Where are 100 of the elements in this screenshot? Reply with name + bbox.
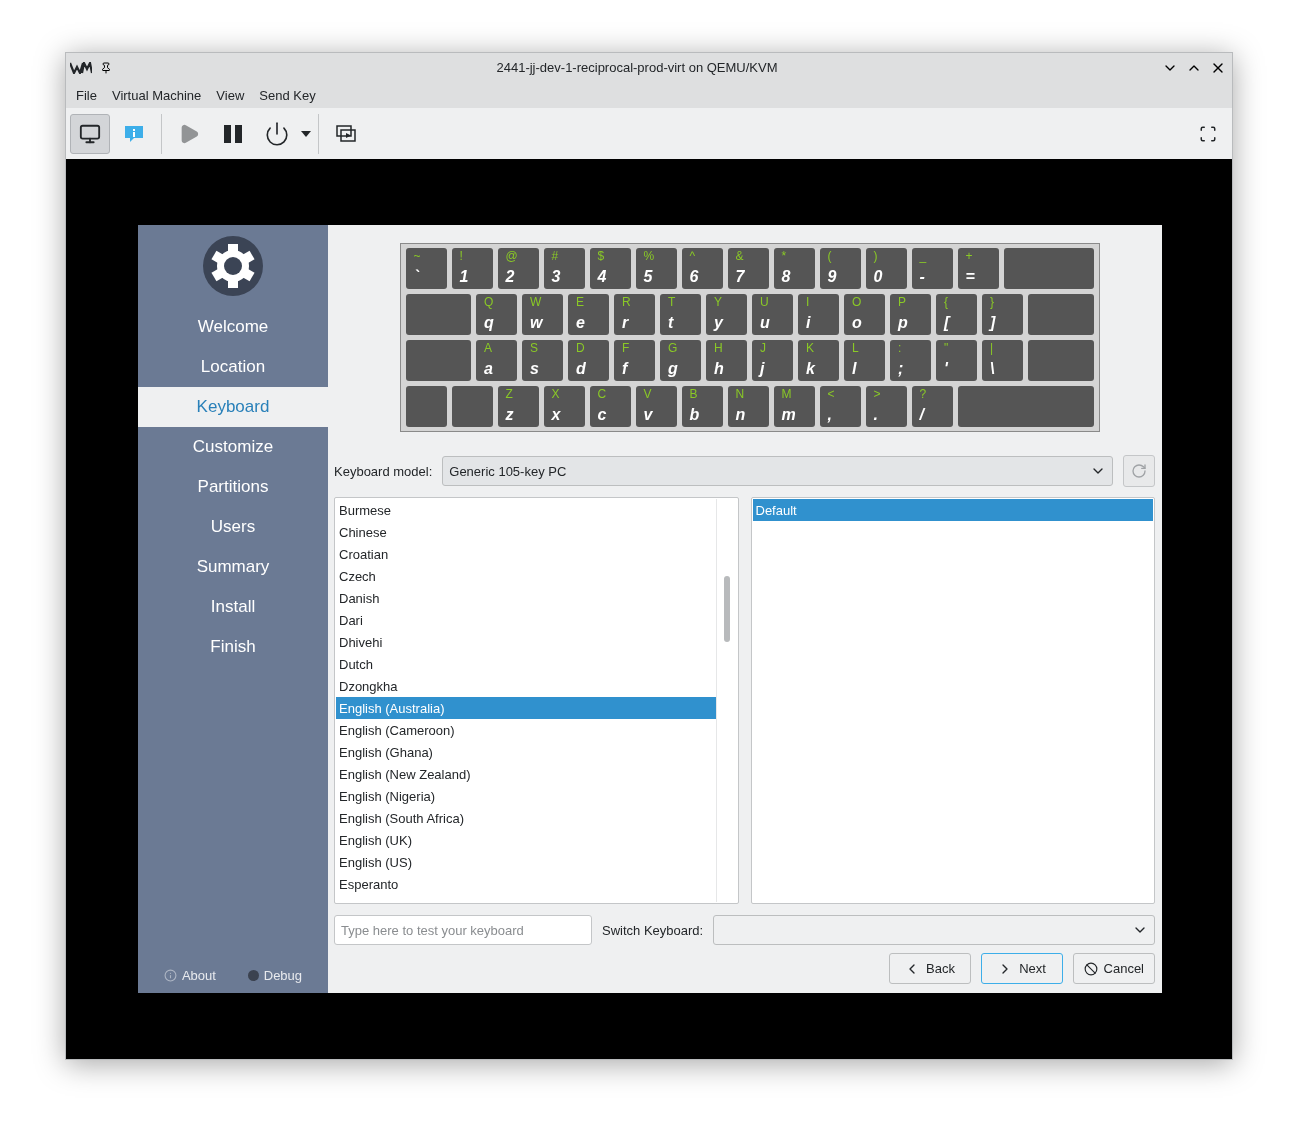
info-icon	[163, 969, 177, 982]
app-logo-icon	[70, 61, 92, 74]
layout-item[interactable]: Dzongkha	[336, 675, 716, 697]
cancel-icon	[1083, 961, 1098, 976]
nav-button[interactable]: Cancel	[1072, 953, 1155, 984]
key-shift-label: $	[597, 249, 605, 263]
key-label: w	[530, 314, 543, 332]
keyboard-key	[1028, 294, 1094, 335]
key-label: y	[714, 314, 723, 332]
key-shift-label: L	[852, 341, 859, 355]
sidebar-step: Install	[138, 587, 328, 627]
key-label: g	[668, 360, 678, 378]
key-label: c	[597, 406, 607, 424]
layout-item[interactable]: Czech	[336, 565, 716, 587]
key-label: 2	[505, 268, 515, 286]
key-label: z	[505, 406, 514, 424]
pause-icon	[222, 122, 244, 145]
layout-item[interactable]: English (Ghana)	[336, 741, 716, 763]
menu-item[interactable]: Send Key	[253, 87, 325, 103]
key-shift-label: }	[990, 295, 994, 309]
key-shift-label: Z	[505, 387, 513, 401]
key-label: ;	[898, 360, 904, 378]
key-label: 7	[735, 268, 745, 286]
test-input-field[interactable]: Type here to test your keyboard	[334, 915, 592, 945]
sidebar-step: Partitions	[138, 467, 328, 507]
footer-button[interactable]: About	[159, 966, 220, 985]
key-shift-label: K	[806, 341, 814, 355]
key-shift-label: M	[781, 387, 792, 401]
scrollbar-thumb[interactable]	[723, 576, 730, 642]
menu-item[interactable]: Virtual Machine	[105, 87, 211, 103]
key-shift-label: &	[735, 249, 744, 263]
layout-item[interactable]: Dutch	[336, 653, 716, 675]
sidebar-step: Summary	[138, 547, 328, 587]
key-label: k	[806, 360, 815, 378]
layout-item[interactable]: Burmese	[336, 499, 716, 521]
power-icon	[264, 120, 290, 147]
layout-item[interactable]: English (UK)	[336, 829, 716, 851]
nav-button[interactable]: Next	[980, 953, 1063, 984]
layout-item[interactable]: English (Cameroon)	[336, 719, 716, 741]
layout-item[interactable]: English (Nigeria)	[336, 785, 716, 807]
key-label: q	[484, 314, 494, 332]
key-label: h	[714, 360, 724, 378]
sidebar-step: Users	[138, 507, 328, 547]
key-shift-label: )	[873, 249, 878, 263]
menu-item[interactable]: File	[70, 87, 106, 103]
keyboard-model-dropdown[interactable]: Generic 105-key PC	[442, 456, 1113, 486]
layout-item[interactable]: English (South Africa)	[336, 807, 716, 829]
keyboard-key	[405, 340, 471, 381]
key-label: l	[852, 360, 857, 378]
caret-down-icon[interactable]	[301, 130, 311, 137]
layout-item[interactable]: Dhivehi	[336, 631, 716, 653]
key-label: ,	[827, 406, 832, 424]
layout-item[interactable]: Esperanto	[336, 873, 716, 895]
key-shift-label: Q	[484, 295, 494, 309]
key-shift-label: A	[484, 341, 492, 355]
layout-item[interactable]: Chinese	[336, 521, 716, 543]
key-shift-label: ~	[413, 249, 421, 263]
key-label: \	[990, 360, 995, 378]
keyboard-key	[451, 386, 493, 427]
footer-button[interactable]: Debug	[243, 966, 307, 985]
key-shift-label: _	[919, 249, 927, 263]
layout-item[interactable]: Croatian	[336, 543, 716, 565]
key-label: m	[781, 406, 796, 424]
key-shift-label: ?	[919, 387, 927, 401]
key-label: 6	[689, 268, 699, 286]
key-label: 1	[459, 268, 469, 286]
key-shift-label: P	[898, 295, 906, 309]
key-shift-label: !	[459, 249, 463, 263]
switch-keyboard-dropdown[interactable]	[713, 915, 1155, 945]
key-label: r	[622, 314, 629, 332]
key-label: 9	[827, 268, 837, 286]
key-label: =	[965, 268, 975, 286]
key-label: b	[689, 406, 700, 424]
pin-icon[interactable]	[100, 61, 112, 74]
key-shift-label: @	[505, 249, 518, 263]
nav-button[interactable]: Back	[888, 953, 971, 984]
layout-item[interactable]: Danish	[336, 587, 716, 609]
key-shift-label: C	[597, 387, 607, 401]
toolbar-button[interactable]	[70, 113, 110, 154]
layout-item[interactable]: English (US)	[336, 851, 716, 873]
sidebar-step: Location	[138, 347, 328, 387]
key-shift-label: %	[643, 249, 655, 263]
key-shift-label: J	[760, 341, 766, 355]
key-shift-label: +	[965, 249, 973, 263]
gear-logo-icon	[202, 235, 264, 297]
key-label: e	[576, 314, 585, 332]
key-shift-label: E	[576, 295, 584, 309]
switch-keyboard-label: Switch Keyboard:	[602, 922, 704, 938]
key-label: /	[919, 406, 924, 424]
key-label: x	[551, 406, 561, 424]
key-label: 3	[551, 268, 561, 286]
menu-item[interactable]: View	[210, 87, 254, 103]
refresh-icon	[1131, 463, 1147, 479]
key-shift-label: B	[689, 387, 698, 401]
key-label: '	[944, 360, 948, 378]
key-shift-label: #	[551, 249, 559, 263]
layout-item[interactable]: Dari	[336, 609, 716, 631]
layout-item[interactable]: English (New Zealand)	[336, 763, 716, 785]
key-label: v	[643, 406, 653, 424]
key-label: n	[735, 406, 746, 424]
